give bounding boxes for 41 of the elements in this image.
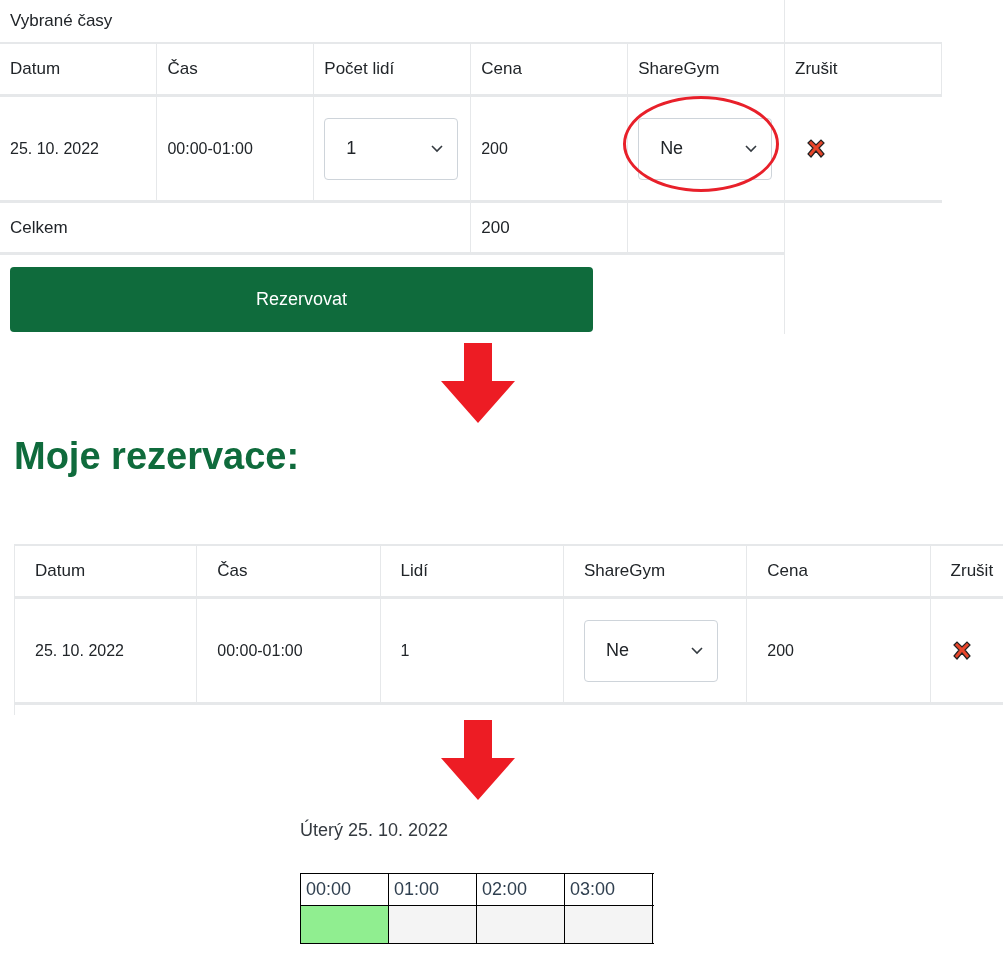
down-arrow-icon [441,720,515,800]
column-header: Datum [14,545,197,598]
table-cell: 25. 10. 2022 [0,95,157,202]
chevron-icon [431,144,444,153]
time-label: 03:00 [564,873,653,906]
table-cell: 00:00-01:00 [196,597,381,704]
chevron-icon [745,144,758,153]
chevron-icon [690,646,703,655]
time-label: 02:00 [476,873,565,906]
column-header: Čas [156,43,314,96]
column-header: Zrušit [930,545,1003,598]
dropdown[interactable]: 1 [324,117,459,180]
table-cell: Celkem [0,201,471,254]
dropdown[interactable]: Ne [583,619,718,682]
time-label: 00:00 [300,873,389,906]
column-header: Cena [470,43,628,96]
time-slot[interactable] [388,905,477,944]
table-cell: 200 [470,95,628,202]
column-header: Datum [0,43,157,96]
day-label: Úterý 25. 10. 2022 [300,820,449,841]
column-header: ShareGym [563,545,747,598]
time-slot[interactable] [564,905,653,944]
page-heading: Moje rezervace: [14,435,300,478]
column-header: Cena [746,545,931,598]
table-cell: 200 [746,597,931,704]
column-header: Zrušit [784,43,942,96]
time-slot[interactable] [300,905,389,944]
column-header: ShareGym [627,43,785,96]
table-cell: 00:00-01:00 [156,95,314,202]
time-slot[interactable] [476,905,565,944]
section-title: Vybrané časy [0,0,785,43]
table-cell: 200 [470,201,628,254]
column-header: Čas [196,545,381,598]
column-header: Lidí [380,545,564,598]
table-cell: 1 [380,597,564,704]
down-arrow-icon [441,343,515,423]
reserve-button[interactable]: Rezervovat [10,267,593,332]
column-header: Počet lidí [313,43,471,96]
table-cell: 25. 10. 2022 [14,597,197,704]
time-label: 01:00 [388,873,477,906]
dropdown[interactable]: Ne [638,117,773,180]
